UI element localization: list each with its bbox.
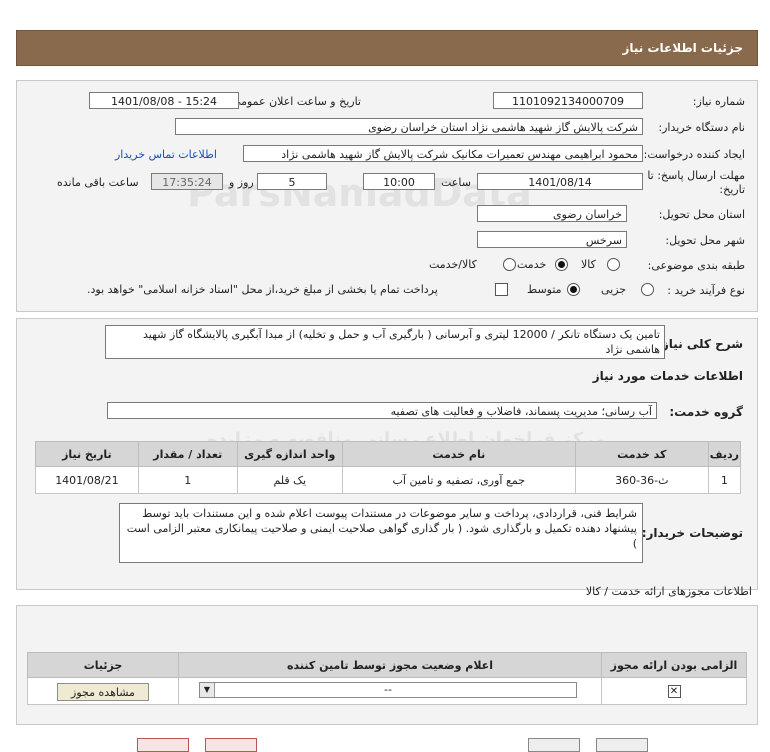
description-field[interactable]: تامین یک دستگاه تانکر / 12000 لیتری و آب… [105, 325, 665, 359]
deadline-date-label: تاریخ: [719, 183, 745, 196]
permits-table: الزامی بودن ارائه مجوز اعلام وضعیت مجوز … [27, 652, 747, 705]
remaining-label: ساعت باقی مانده [57, 176, 139, 189]
deadline-time-field[interactable]: 10:00 [363, 173, 435, 190]
deadline-days-field[interactable]: 5 [257, 173, 327, 190]
table-row: ✕ ▼ -- مشاهده مجوز [27, 677, 747, 705]
col-permit-required: الزامی بودن ارائه مجوز [601, 652, 747, 678]
category-radio-goods-service[interactable] [503, 258, 516, 271]
col-date: تاریخ نیاز [35, 441, 139, 467]
permit-details-cell: مشاهده مجوز [27, 677, 179, 705]
cell-unit: یک قلم [236, 466, 343, 494]
bottom-button-3[interactable] [528, 738, 580, 752]
services-table: ردیف کد خدمت نام خدمت واحد اندازه گیری ت… [35, 441, 742, 494]
page-header: جزئیات اطلاعات نیاز [16, 30, 758, 66]
buyer-notes-label: توضیحات خریدار: [641, 526, 743, 540]
cell-qty: 1 [137, 466, 238, 494]
buyer-contact-link[interactable]: اطلاعات تماس خریدار [115, 148, 217, 161]
city-label: شهر محل تحویل: [665, 234, 745, 247]
table-row: 1 ث-36-360 جمع آوری، تصفیه و تامین آب یک… [35, 466, 742, 494]
treasury-checkbox[interactable] [495, 283, 508, 296]
buyer-field[interactable]: شرکت پالایش گاز شهید هاشمی نژاد استان خر… [175, 118, 643, 135]
col-qty: تعداد / مقدار [137, 441, 238, 467]
col-permit-status: اعلام وضعیت مجوز توسط تامین کننده [178, 652, 602, 678]
category-option-goods-service: کالا/خدمت [429, 258, 477, 271]
deadline-date-field[interactable]: 1401/08/14 [477, 173, 643, 190]
permit-status-cell: ▼ -- [178, 677, 602, 705]
process-radio-medium[interactable] [567, 283, 580, 296]
col-name: نام خدمت [341, 441, 576, 467]
service-group-field[interactable]: آب رسانی؛ مدیریت پسماند، فاضلاب و فعالیت… [107, 402, 657, 419]
process-radio-partial[interactable] [641, 283, 654, 296]
requester-label: ایجاد کننده درخواست: [643, 148, 745, 161]
process-option-medium: متوسط [527, 283, 562, 296]
buyer-notes-field[interactable]: شرایط فنی، قراردادی، پرداخت و سایر موضوع… [119, 503, 643, 563]
col-unit: واحد اندازه گیری [236, 441, 343, 467]
deadline-label: مهلت ارسال پاسخ: تا [647, 169, 745, 182]
province-label: استان محل تحویل: [658, 208, 745, 221]
cell-code: ث-36-360 [574, 466, 709, 494]
remaining-time-field: 17:35:24 [151, 173, 223, 190]
permits-title: اطلاعات مجوزهای ارائه خدمت / کالا [585, 585, 752, 598]
process-option-partial: جزیی [601, 283, 627, 296]
col-permit-details: جزئیات [27, 652, 179, 678]
deadline-time-label: ساعت [441, 176, 471, 189]
province-field[interactable]: خراسان رضوی [477, 205, 627, 222]
cell-name: جمع آوری، تصفیه و تامین آب [341, 466, 576, 494]
category-option-service: خدمت [517, 258, 547, 271]
bottom-button-4[interactable] [596, 738, 648, 752]
category-radio-service[interactable] [555, 258, 568, 271]
need-number-field[interactable]: 1101092134000709 [493, 92, 643, 109]
col-code: کد خدمت [574, 441, 709, 467]
cell-date: 1401/08/21 [35, 466, 139, 494]
service-group-label: گروه خدمت: [669, 405, 743, 419]
category-option-goods: کالا [581, 258, 596, 271]
description-panel: مرکز فراخوان اطلاع رسانی مناقصه و مزایده… [16, 318, 758, 590]
col-row: ردیف [707, 441, 742, 467]
permit-status-value: -- [384, 683, 392, 696]
page-title: جزئیات اطلاعات نیاز [622, 41, 743, 55]
requester-field[interactable]: محمود ابراهیمی مهندس تعمیرات مکانیک شرکت… [243, 145, 643, 162]
bottom-button-1[interactable] [137, 738, 189, 752]
category-label: طبقه بندی موضوعی: [647, 259, 745, 272]
description-label: شرح کلی نیاز: [657, 337, 743, 351]
checked-box-icon[interactable]: ✕ [667, 685, 681, 698]
treasury-note: پرداخت تمام یا بخشی از مبلغ خرید،از محل … [87, 283, 438, 296]
services-section-title: اطلاعات خدمات مورد نیاز [592, 369, 743, 383]
permits-table-header: الزامی بودن ارائه مجوز اعلام وضعیت مجوز … [27, 652, 747, 678]
announce-field[interactable]: 1401/08/08 - 15:24 [89, 92, 239, 109]
view-permit-button[interactable]: مشاهده مجوز [57, 682, 149, 701]
days-label: روز و [229, 176, 254, 189]
need-number-label: شماره نیاز: [692, 95, 745, 108]
bottom-button-2[interactable] [205, 738, 257, 752]
need-details-panel: ParsNamadData شماره نیاز: 11010921340007… [16, 80, 758, 312]
buyer-label: نام دستگاه خریدار: [658, 121, 745, 134]
permit-required-cell: ✕ [601, 677, 747, 705]
services-table-header: ردیف کد خدمت نام خدمت واحد اندازه گیری ت… [35, 441, 742, 467]
city-field[interactable]: سرخس [477, 231, 627, 248]
announce-label: تاریخ و ساعت اعلان عمومی: [228, 95, 361, 108]
category-radio-goods[interactable] [607, 258, 620, 271]
permit-status-select[interactable]: ▼ -- [199, 682, 577, 698]
process-label: نوع فرآیند خرید : [667, 284, 745, 297]
permits-panel: الزامی بودن ارائه مجوز اعلام وضعیت مجوز … [16, 605, 758, 725]
cell-row: 1 [707, 466, 742, 494]
